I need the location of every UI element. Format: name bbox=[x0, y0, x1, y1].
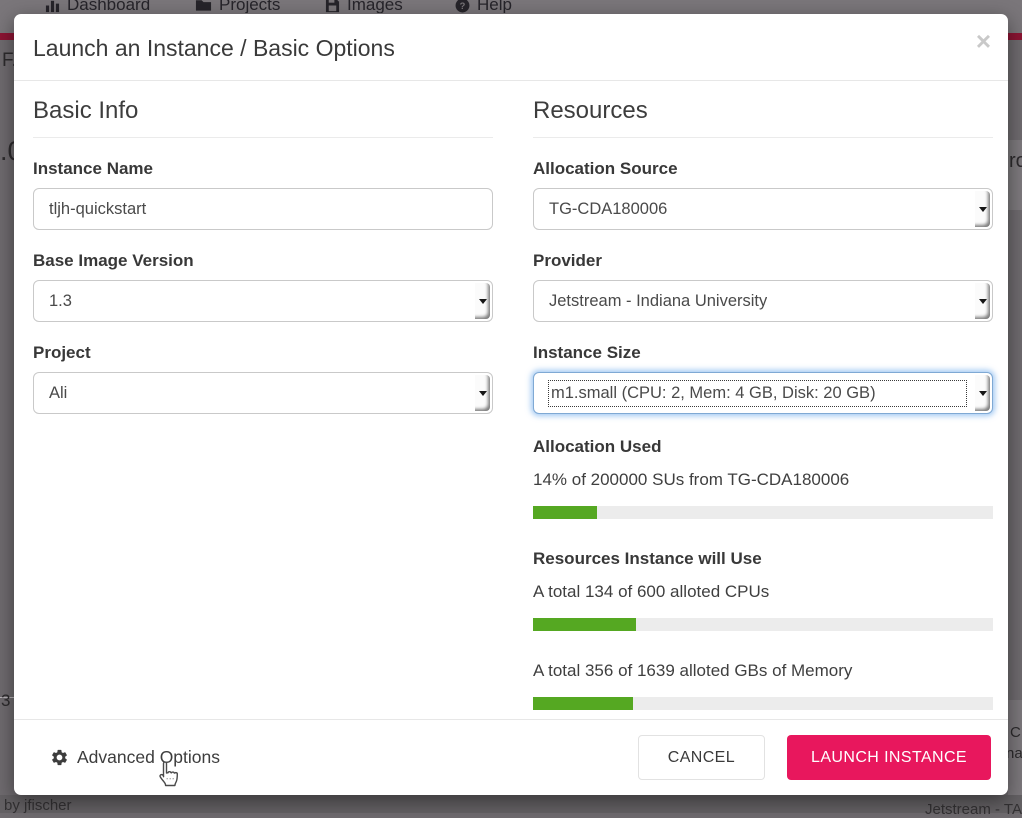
modal-header: Launch an Instance / Basic Options × bbox=[14, 14, 1008, 81]
cpu-usage-progressbar bbox=[533, 618, 993, 631]
nav-label: Projects bbox=[219, 0, 280, 13]
background-attribution: by jfischer bbox=[4, 797, 72, 814]
top-navbar: Dashboard Projects Images ? Help bbox=[0, 0, 1022, 13]
close-icon[interactable]: × bbox=[976, 28, 991, 54]
chevron-down-icon bbox=[975, 191, 990, 227]
memory-usage-text: A total 356 of 1639 alloted GBs of Memor… bbox=[533, 661, 993, 681]
nav-label: Dashboard bbox=[67, 0, 150, 13]
instance-name-input[interactable] bbox=[33, 188, 493, 230]
nav-item-images[interactable]: Images bbox=[325, 0, 403, 13]
allocation-source-select[interactable]: TG-CDA180006 bbox=[533, 188, 993, 230]
chevron-down-icon bbox=[975, 375, 990, 411]
bar-chart-icon bbox=[45, 0, 60, 13]
nav-item-projects[interactable]: Projects bbox=[195, 0, 280, 13]
chevron-down-icon bbox=[475, 283, 490, 319]
provider-select[interactable]: Jetstream - Indiana University bbox=[533, 280, 993, 322]
instance-name-label: Instance Name bbox=[33, 159, 493, 179]
advanced-options-label: Advanced Options bbox=[77, 747, 220, 768]
instance-size-select[interactable]: m1.small (CPU: 2, Mem: 4 GB, Disk: 20 GB… bbox=[533, 372, 993, 414]
memory-usage-progressbar bbox=[533, 697, 993, 710]
background-text-fragment: na bbox=[1006, 745, 1022, 762]
gear-icon bbox=[50, 748, 69, 767]
modal-footer: Advanced Options CANCEL LAUNCH INSTANCE bbox=[14, 719, 1008, 795]
folder-icon bbox=[195, 0, 212, 12]
nav-item-help[interactable]: ? Help bbox=[455, 0, 512, 13]
background-text-fragment: ro bbox=[1009, 150, 1022, 173]
instance-size-label: Instance Size bbox=[533, 343, 993, 363]
resources-use-heading: Resources Instance will Use bbox=[533, 549, 993, 569]
cpu-usage-text: A total 134 of 600 alloted CPUs bbox=[533, 582, 993, 602]
allocation-source-label: Allocation Source bbox=[533, 159, 993, 179]
background-footer-strip bbox=[0, 795, 1022, 813]
project-label: Project bbox=[33, 343, 493, 363]
basic-info-heading: Basic Info bbox=[33, 97, 493, 138]
nav-label: Images bbox=[347, 0, 403, 13]
select-value: m1.small (CPU: 2, Mem: 4 GB, Disk: 20 GB… bbox=[549, 381, 966, 406]
provider-label: Provider bbox=[533, 251, 993, 271]
base-image-version-select[interactable]: 1.3 bbox=[33, 280, 493, 322]
nav-label: Help bbox=[477, 0, 512, 13]
resources-column: Resources Allocation Source TG-CDA180006… bbox=[533, 97, 993, 710]
cancel-button[interactable]: CANCEL bbox=[638, 735, 765, 780]
modal-title: Launch an Instance / Basic Options bbox=[33, 35, 984, 62]
select-value: TG-CDA180006 bbox=[549, 200, 667, 219]
progress-fill bbox=[533, 697, 633, 710]
chevron-down-icon bbox=[475, 375, 490, 411]
advanced-options-toggle[interactable]: Advanced Options bbox=[50, 747, 220, 768]
chevron-down-icon bbox=[975, 283, 990, 319]
progress-fill bbox=[533, 506, 597, 519]
select-value: 1.3 bbox=[49, 292, 72, 311]
progress-fill bbox=[533, 618, 636, 631]
floppy-icon bbox=[325, 0, 340, 13]
nav-item-dashboard[interactable]: Dashboard bbox=[45, 0, 150, 13]
modal-body: Basic Info Instance Name Base Image Vers… bbox=[14, 81, 1008, 710]
select-value: Ali bbox=[49, 384, 67, 403]
project-select[interactable]: Ali bbox=[33, 372, 493, 414]
allocation-used-progressbar bbox=[533, 506, 993, 519]
launch-instance-button[interactable]: LAUNCH INSTANCE bbox=[787, 735, 991, 780]
background-text-fragment: C bbox=[1010, 724, 1021, 741]
help-icon: ? bbox=[455, 0, 470, 13]
background-text-fragment: 3 h bbox=[1, 691, 14, 711]
select-value: Jetstream - Indiana University bbox=[549, 292, 767, 311]
base-image-version-label: Base Image Version bbox=[33, 251, 493, 271]
background-provider-text: Jetstream - TACC bbox=[925, 801, 1022, 818]
allocation-used-text: 14% of 200000 SUs from TG-CDA180006 bbox=[533, 470, 993, 490]
allocation-used-heading: Allocation Used bbox=[533, 437, 993, 457]
basic-info-column: Basic Info Instance Name Base Image Vers… bbox=[33, 97, 493, 710]
resources-heading: Resources bbox=[533, 97, 993, 138]
svg-text:?: ? bbox=[460, 0, 466, 10]
launch-instance-modal: Launch an Instance / Basic Options × Bas… bbox=[14, 14, 1008, 795]
